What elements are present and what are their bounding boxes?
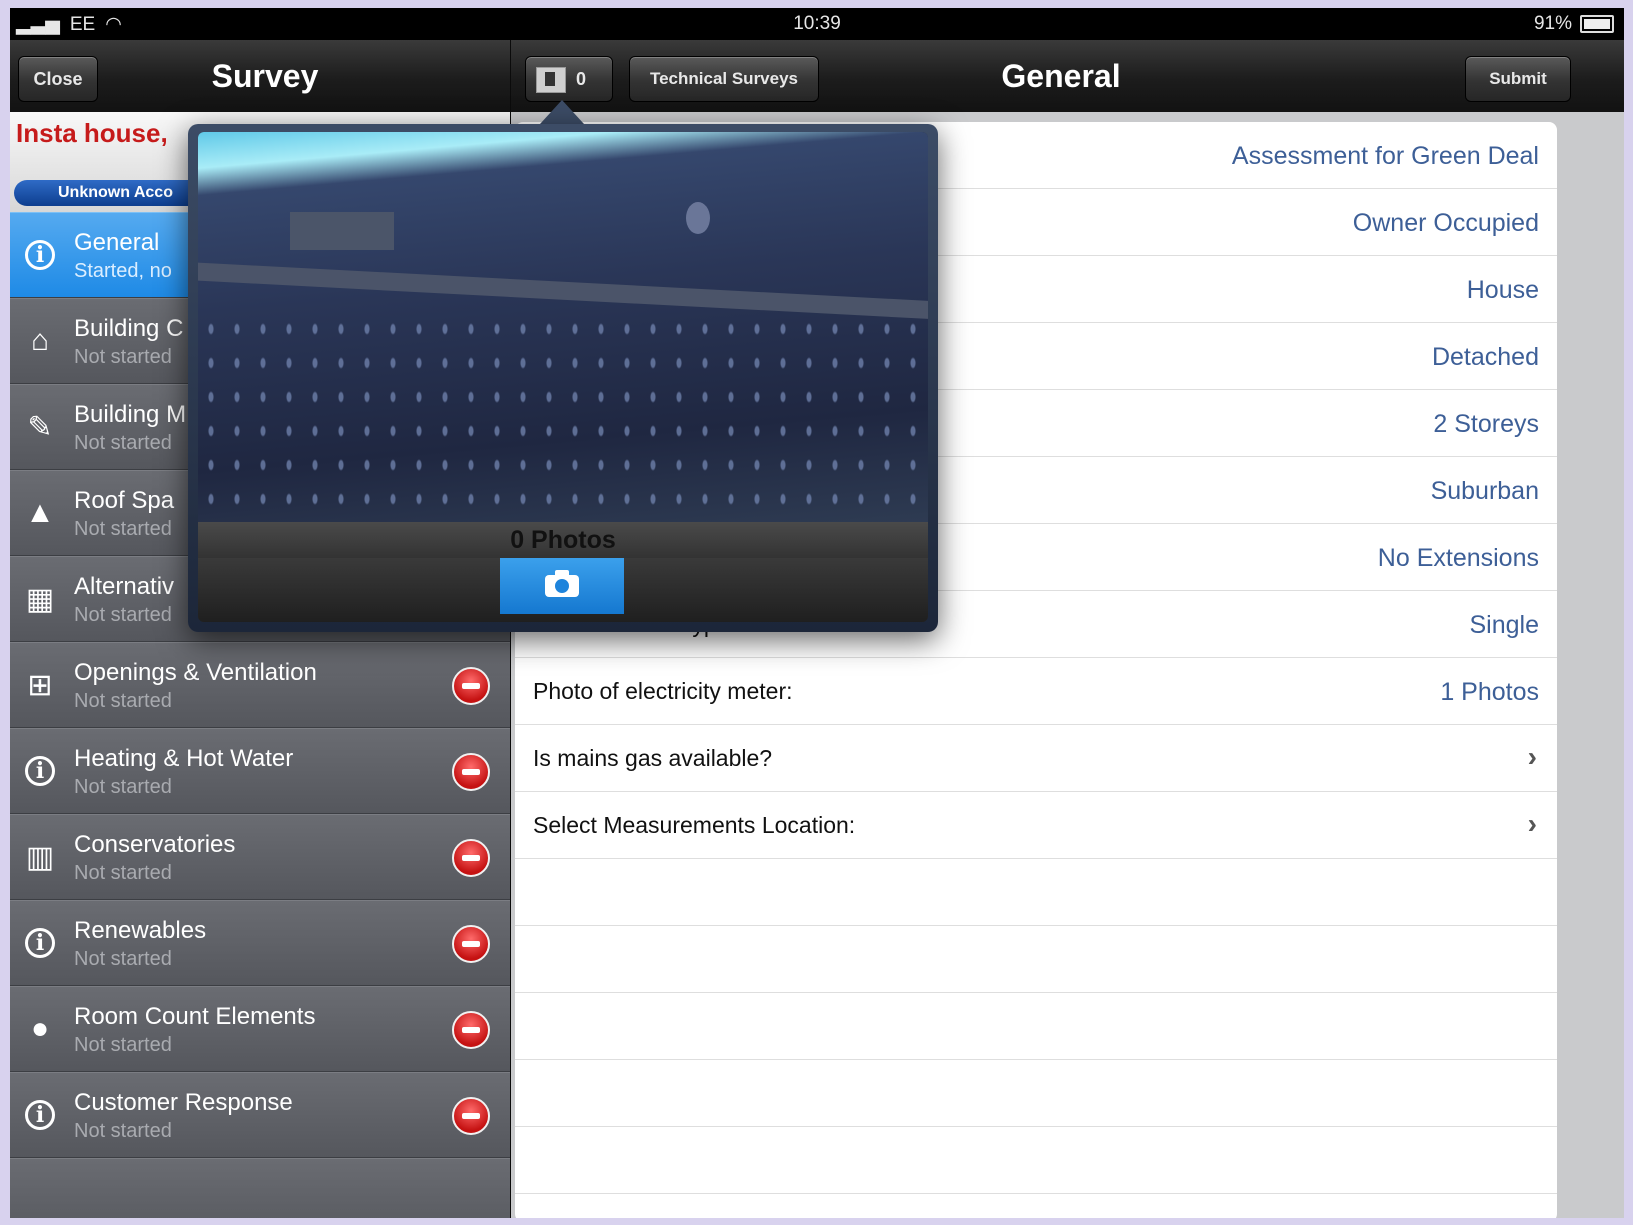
row-value: 2 Storeys: [1433, 410, 1539, 438]
sidebar-item-title: Room Count Elements: [74, 1003, 316, 1030]
bulb-icon: ●: [30, 1012, 50, 1045]
sidebar-item-renewables[interactable]: i Renewables Not started: [10, 900, 510, 986]
sidebar-item-customer-response[interactable]: i Customer Response Not started: [10, 1072, 510, 1158]
sidebar-item-status: Not started: [74, 1120, 172, 1142]
delete-icon[interactable]: [452, 839, 490, 877]
sidebar-item-status: Not started: [74, 346, 172, 368]
sidebar-item-title: Alternativ: [74, 573, 175, 600]
form-row-meter-photo[interactable]: Photo of electricity meter: 1 Photos: [515, 658, 1557, 725]
technical-surveys-button[interactable]: Technical Surveys: [629, 56, 819, 102]
row-label: Photo of electricity meter:: [533, 678, 793, 704]
camera-icon: [545, 570, 579, 597]
chevron-right-icon: ›: [1527, 741, 1537, 772]
sidebar-item-openings-ventilation[interactable]: ⊞ Openings & Ventilation Not started: [10, 642, 510, 728]
info-icon: i: [22, 237, 58, 273]
take-photo-button[interactable]: [500, 558, 624, 614]
info-icon: i: [22, 925, 58, 961]
sidebar-item-title: Building C: [74, 315, 184, 342]
sidebar-item-title: Building M: [74, 401, 187, 428]
sidebar-item-status: Not started: [74, 776, 172, 798]
sidebar-item-status: Not started: [74, 1034, 172, 1056]
row-value: Assessment for Green Deal: [1231, 142, 1539, 170]
clock: 10:39: [793, 13, 841, 34]
row-value: 1 Photos: [1440, 678, 1539, 706]
sidebar-item-heating-hot-water[interactable]: i Heating & Hot Water Not started: [10, 728, 510, 814]
photo-count-label: 0 Photos: [198, 522, 928, 558]
ipad-screen: ▂▃▅ EE ◠ 10:39 91% Close Survey 0 Techni…: [10, 8, 1624, 1218]
status-right: 91%: [1534, 13, 1614, 35]
delete-icon[interactable]: [452, 1097, 490, 1135]
house-icon: ⌂: [30, 324, 50, 357]
row-value: House: [1466, 276, 1539, 304]
status-bar: ▂▃▅ EE ◠ 10:39 91%: [10, 8, 1624, 40]
sidebar-item-title: Heating & Hot Water: [74, 745, 294, 772]
sidebar-item-title: Roof Spa: [74, 487, 175, 514]
property-name: Insta house,: [16, 118, 168, 148]
survey-title: Survey: [211, 58, 319, 94]
sidebar-item-status: Not started: [74, 948, 172, 970]
submit-button[interactable]: Submit: [1465, 56, 1571, 102]
chevron-right-icon: ›: [1527, 808, 1537, 839]
conservatory-icon: ▥: [25, 840, 55, 874]
form-row-mains-gas[interactable]: Is mains gas available? ›: [515, 725, 1557, 792]
empty-row: [515, 1127, 1557, 1194]
info-icon: i: [22, 753, 58, 789]
preview-keyboard: [198, 312, 928, 522]
form-row-measurements-location[interactable]: Select Measurements Location: ›: [515, 792, 1557, 859]
row-value: Owner Occupied: [1352, 209, 1539, 237]
ruler-icon: ✎: [27, 410, 53, 444]
photo-icon: [536, 67, 566, 93]
sidebar-item-room-count[interactable]: ● Room Count Elements Not started: [10, 986, 510, 1072]
sidebar-item-title: Customer Response: [74, 1089, 293, 1116]
row-value: Suburban: [1430, 477, 1539, 505]
photos-button[interactable]: 0: [525, 56, 613, 102]
sidebar-item-title: Openings & Ventilation: [74, 659, 317, 686]
empty-row: [515, 926, 1557, 993]
sidebar-item-status: Not started: [74, 862, 172, 884]
window-icon: ⊞: [27, 668, 53, 702]
close-button[interactable]: Close: [18, 56, 98, 102]
sidebar-item-title: General: [74, 229, 160, 256]
photo-count: 0: [576, 69, 587, 89]
delete-icon[interactable]: [452, 667, 490, 705]
row-value: No Extensions: [1377, 544, 1539, 572]
row-value: Detached: [1431, 343, 1539, 371]
detail-nav-bar: 0 Technical Surveys General Submit: [511, 40, 1624, 113]
roof-icon: ▲: [25, 496, 55, 529]
battery-percent: 91%: [1533, 13, 1572, 34]
sidebar-item-status: Not started: [74, 604, 172, 626]
sidebar-item-status: Started, no: [74, 260, 172, 282]
sidebar-item-conservatories[interactable]: ▥ Conservatories Not started: [10, 814, 510, 900]
photos-popover: 0 Photos: [188, 124, 938, 632]
empty-row: [515, 1060, 1557, 1127]
sidebar-item-status: Not started: [74, 690, 172, 712]
row-label: Is mains gas available?: [533, 745, 773, 771]
sidebar-item-status: Not started: [74, 432, 172, 454]
delete-icon[interactable]: [452, 1011, 490, 1049]
delete-icon[interactable]: [452, 925, 490, 963]
popover-content: 0 Photos: [198, 132, 928, 622]
sidebar-item-partial[interactable]: [10, 1158, 510, 1218]
delete-icon[interactable]: [452, 753, 490, 791]
popover-arrow: [540, 100, 584, 124]
sidebar-item-title: Renewables: [74, 917, 207, 944]
sidebar-item-title: Conservatories: [74, 831, 236, 858]
camera-preview-image: [198, 132, 928, 522]
sidebar-item-status: Not started: [74, 518, 172, 540]
battery-icon: [1580, 15, 1614, 33]
empty-row: [515, 859, 1557, 926]
row-value: Single: [1469, 611, 1540, 639]
bricks-icon: ▦: [25, 582, 55, 616]
info-icon: i: [22, 1097, 58, 1133]
empty-row: [515, 993, 1557, 1060]
survey-nav-bar: Close Survey: [10, 40, 510, 113]
section-title: General: [1001, 58, 1121, 94]
camera-toolbar: [198, 558, 928, 622]
row-label: Select Measurements Location:: [533, 812, 856, 838]
preview-logo: [686, 202, 710, 234]
preview-sticker: [290, 212, 394, 250]
